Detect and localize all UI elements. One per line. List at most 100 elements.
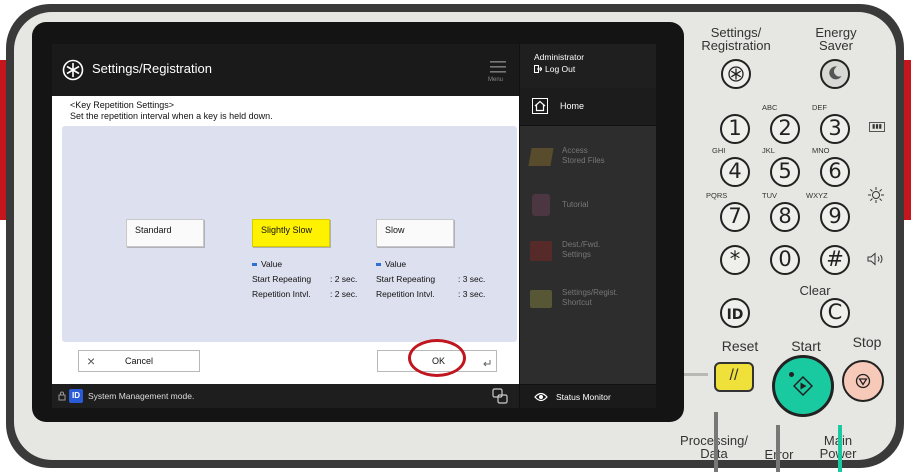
memory-card-icon: ▮▮▮ [869, 122, 885, 132]
start-repeating-label: Start Repeating [376, 274, 436, 284]
status-message: System Management mode. [88, 391, 195, 401]
key-7[interactable]: 7 [720, 202, 750, 232]
key-0[interactable]: 0 [770, 245, 800, 275]
title-bar: Settings/Registration Menu [52, 44, 519, 96]
touch-screen: Settings/Registration Menu <Key Repetiti… [52, 44, 656, 408]
key-6[interactable]: 6 [820, 157, 850, 187]
status-bar: ID System Management mode. [52, 384, 519, 408]
eye-icon [534, 392, 548, 402]
label-line: Saver [819, 38, 853, 53]
dest-fwd-settings-button[interactable]: Dest./Fwd. Settings [520, 236, 656, 276]
heading-description: Set the repetition interval when a key i… [70, 111, 273, 121]
settings-registration-icon [62, 59, 84, 81]
key-1[interactable]: 1 [720, 114, 750, 144]
start-repeating-label: Start Repeating [252, 274, 312, 284]
options-area: Standard Slightly Slow Slow Value Start … [62, 126, 517, 342]
value-info-slightly-slow: Value Start Repeating: 2 sec. Repetition… [252, 257, 357, 302]
side-item-sublabel: Stored Files [562, 156, 605, 165]
key-asterisk[interactable]: * [720, 245, 750, 275]
option-slow-button[interactable]: Slow [376, 219, 454, 247]
reset-key[interactable]: // [714, 362, 754, 392]
enter-arrow-icon [483, 360, 491, 367]
repetition-interval-label: Repetition Intvl. [252, 289, 311, 299]
start-label: Start [791, 338, 821, 354]
letters-jkl: JKL [762, 146, 775, 155]
stop-label: Stop [852, 334, 882, 350]
side-item-label: Settings/Regist. [562, 288, 619, 297]
folder-icon [528, 148, 554, 166]
key-2[interactable]: 2 [770, 114, 800, 144]
value-bullet [376, 263, 381, 267]
id-badge-icon: ID [69, 389, 83, 403]
letters-pqrs: PQRS [706, 191, 728, 200]
id-key[interactable]: ID [720, 298, 750, 328]
home-icon [532, 98, 548, 114]
key-3[interactable]: 3 [820, 114, 850, 144]
reset-label: Reset [721, 338, 759, 354]
logout-button[interactable]: Log Out [534, 64, 614, 76]
side-panel: Administrator Log Out Home Access Stored… [519, 44, 656, 408]
processing-led [714, 412, 718, 472]
clear-label: Clear [799, 283, 831, 298]
lock-icon [58, 391, 66, 401]
key-9[interactable]: 9 [820, 202, 850, 232]
volume-icon [867, 252, 883, 266]
letters-mno: MNO [812, 146, 830, 155]
option-standard-button[interactable]: Standard [126, 219, 204, 247]
clear-key[interactable]: C [820, 298, 850, 328]
repetition-interval-value: : 2 sec. [330, 289, 358, 299]
settings-heading: <Key Repetition Settings> Set the repeti… [70, 100, 273, 122]
status-monitor-label: Status Monitor [556, 392, 611, 402]
access-stored-files-button[interactable]: Access Stored Files [520, 142, 656, 182]
start-repeating-value: : 2 sec. [330, 274, 358, 284]
moon-icon [829, 66, 842, 80]
energy-saver-label: Energy Saver [800, 26, 872, 52]
printer-control-panel: Settings/Registration Menu <Key Repetiti… [0, 0, 911, 472]
letters-abc: ABC [762, 103, 778, 112]
key-4[interactable]: 4 [720, 157, 750, 187]
settings-star-icon [728, 66, 744, 82]
network-icon[interactable] [492, 388, 508, 404]
tutorial-icon [532, 194, 550, 216]
cancel-button[interactable]: × Cancel [78, 350, 200, 372]
side-item-sublabel: Shortcut [562, 298, 592, 307]
settings-regist-shortcut-button[interactable]: Settings/Regist. Shortcut [520, 284, 656, 324]
start-indicator-dot [789, 372, 794, 377]
menu-label: Menu [488, 77, 504, 83]
label-line: Registration [701, 38, 771, 53]
logout-icon [534, 65, 542, 73]
id-key-label: ID [726, 307, 744, 323]
letters-wxyz: WXYZ [806, 191, 828, 200]
energy-saver-key[interactable] [820, 59, 850, 89]
highlight-circle [408, 339, 466, 377]
letters-tuv: TUV [762, 191, 777, 200]
tutorial-button[interactable]: Tutorial [520, 192, 656, 228]
option-slightly-slow-button[interactable]: Slightly Slow [252, 219, 330, 247]
close-icon: × [87, 353, 96, 369]
stop-key[interactable] [842, 360, 884, 402]
value-bullet [252, 263, 257, 267]
start-key[interactable] [772, 355, 834, 417]
user-name: Administrator [534, 52, 585, 62]
side-item-label: Access [562, 146, 588, 155]
repetition-interval-value: : 3 sec. [458, 289, 486, 299]
login-area: Administrator Log Out [520, 44, 656, 88]
processing-indicator-line [684, 373, 708, 376]
repetition-interval-label: Repetition Intvl. [376, 289, 435, 299]
menu-icon[interactable] [490, 60, 506, 74]
main-power-led [838, 425, 842, 472]
address-book-icon [530, 241, 552, 261]
reset-slash-icon: // [729, 367, 739, 384]
key-hash[interactable]: # [820, 245, 850, 275]
value-heading: Value [385, 259, 407, 269]
key-5[interactable]: 5 [770, 157, 800, 187]
status-monitor-button[interactable]: Status Monitor [520, 384, 656, 408]
key-8[interactable]: 8 [770, 202, 800, 232]
home-button[interactable]: Home [520, 88, 656, 126]
brightness-icon [868, 187, 884, 203]
shortcut-icon [530, 290, 552, 308]
logout-label: Log Out [545, 64, 576, 74]
settings-registration-key[interactable] [721, 59, 751, 89]
side-item-sublabel: Settings [562, 250, 591, 259]
letters-def: DEF [812, 103, 827, 112]
